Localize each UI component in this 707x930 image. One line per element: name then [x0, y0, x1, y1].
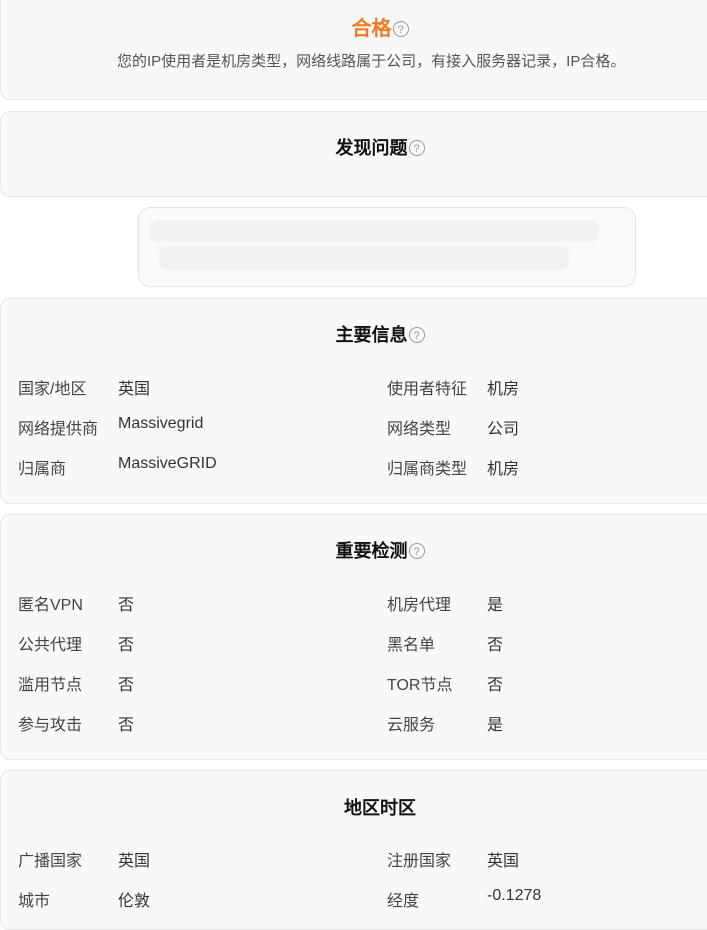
checks-right-label: 机房代理 [387, 597, 452, 614]
checks-left-value: 否 [118, 637, 135, 654]
issues-title-row: 发现问题? [0, 134, 707, 160]
verdict-section: 合格? [0, 12, 707, 41]
question-circle-icon[interactable]: ? [408, 543, 425, 559]
verdict-description: 您的IP使用者是机房类型，网络线路属于公司，有接入服务器记录，IP合格。 [117, 53, 626, 70]
main-info-left-label: 归属商 [18, 461, 67, 478]
checks-right-label: 云服务 [387, 717, 436, 734]
redaction-blur [149, 220, 599, 242]
main-info-left-label: 网络提供商 [18, 421, 99, 438]
region-title-row: 地区时区 [0, 794, 707, 820]
checks-right-label: TOR节点 [387, 677, 453, 694]
main-info-right-label: 归属商类型 [387, 461, 468, 478]
main-info-title: 主要信息 [335, 325, 408, 345]
region-left-label: 城市 [18, 893, 51, 910]
main-info-right-value: 机房 [487, 381, 520, 398]
checks-left-label: 滥用节点 [18, 677, 83, 694]
checks-right-value: 是 [487, 597, 504, 614]
checks-right-label: 黑名单 [387, 637, 436, 654]
region-left-value: 英国 [118, 853, 151, 870]
main-info-left-value: Massivegrid [118, 415, 204, 432]
checks-left-label: 匿名VPN [18, 597, 83, 614]
main-info-right-label: 网络类型 [387, 421, 452, 438]
main-info-right-label: 使用者特征 [387, 381, 468, 398]
checks-left-value: 否 [118, 717, 135, 734]
region-left-label: 广播国家 [18, 853, 83, 870]
region-left-value: 伦敦 [118, 893, 151, 910]
checks-left-label: 参与攻击 [18, 717, 83, 734]
main-info-right-value: 公司 [487, 421, 520, 438]
checks-left-value: 否 [118, 597, 135, 614]
region-right-value: 英国 [487, 853, 520, 870]
main-info-left-value: MassiveGRID [118, 455, 217, 472]
verdict-title: 合格 [351, 18, 392, 40]
region-right-label: 经度 [387, 893, 420, 910]
checks-left-value: 否 [118, 677, 135, 694]
main-info-title-row: 主要信息? [0, 321, 707, 347]
main-info-left-label: 国家/地区 [18, 381, 87, 398]
region-right-value: -0.1278 [487, 887, 542, 904]
question-circle-icon[interactable]: ? [408, 327, 425, 343]
region-right-label: 注册国家 [387, 853, 452, 870]
redaction-blur [159, 246, 569, 270]
question-circle-icon[interactable]: ? [392, 21, 409, 37]
checks-right-value: 否 [487, 637, 504, 654]
main-info-left-value: 英国 [118, 381, 151, 398]
redacted-ip-box [138, 207, 636, 287]
checks-right-value: 是 [487, 717, 504, 734]
checks-right-value: 否 [487, 677, 504, 694]
checks-title: 重要检测 [335, 541, 408, 561]
region-title: 地区时区 [344, 798, 416, 818]
checks-left-label: 公共代理 [18, 637, 83, 654]
checks-title-row: 重要检测? [0, 537, 707, 563]
main-info-right-value: 机房 [487, 461, 520, 478]
issues-title: 发现问题 [335, 138, 408, 158]
question-circle-icon[interactable]: ? [408, 140, 425, 156]
